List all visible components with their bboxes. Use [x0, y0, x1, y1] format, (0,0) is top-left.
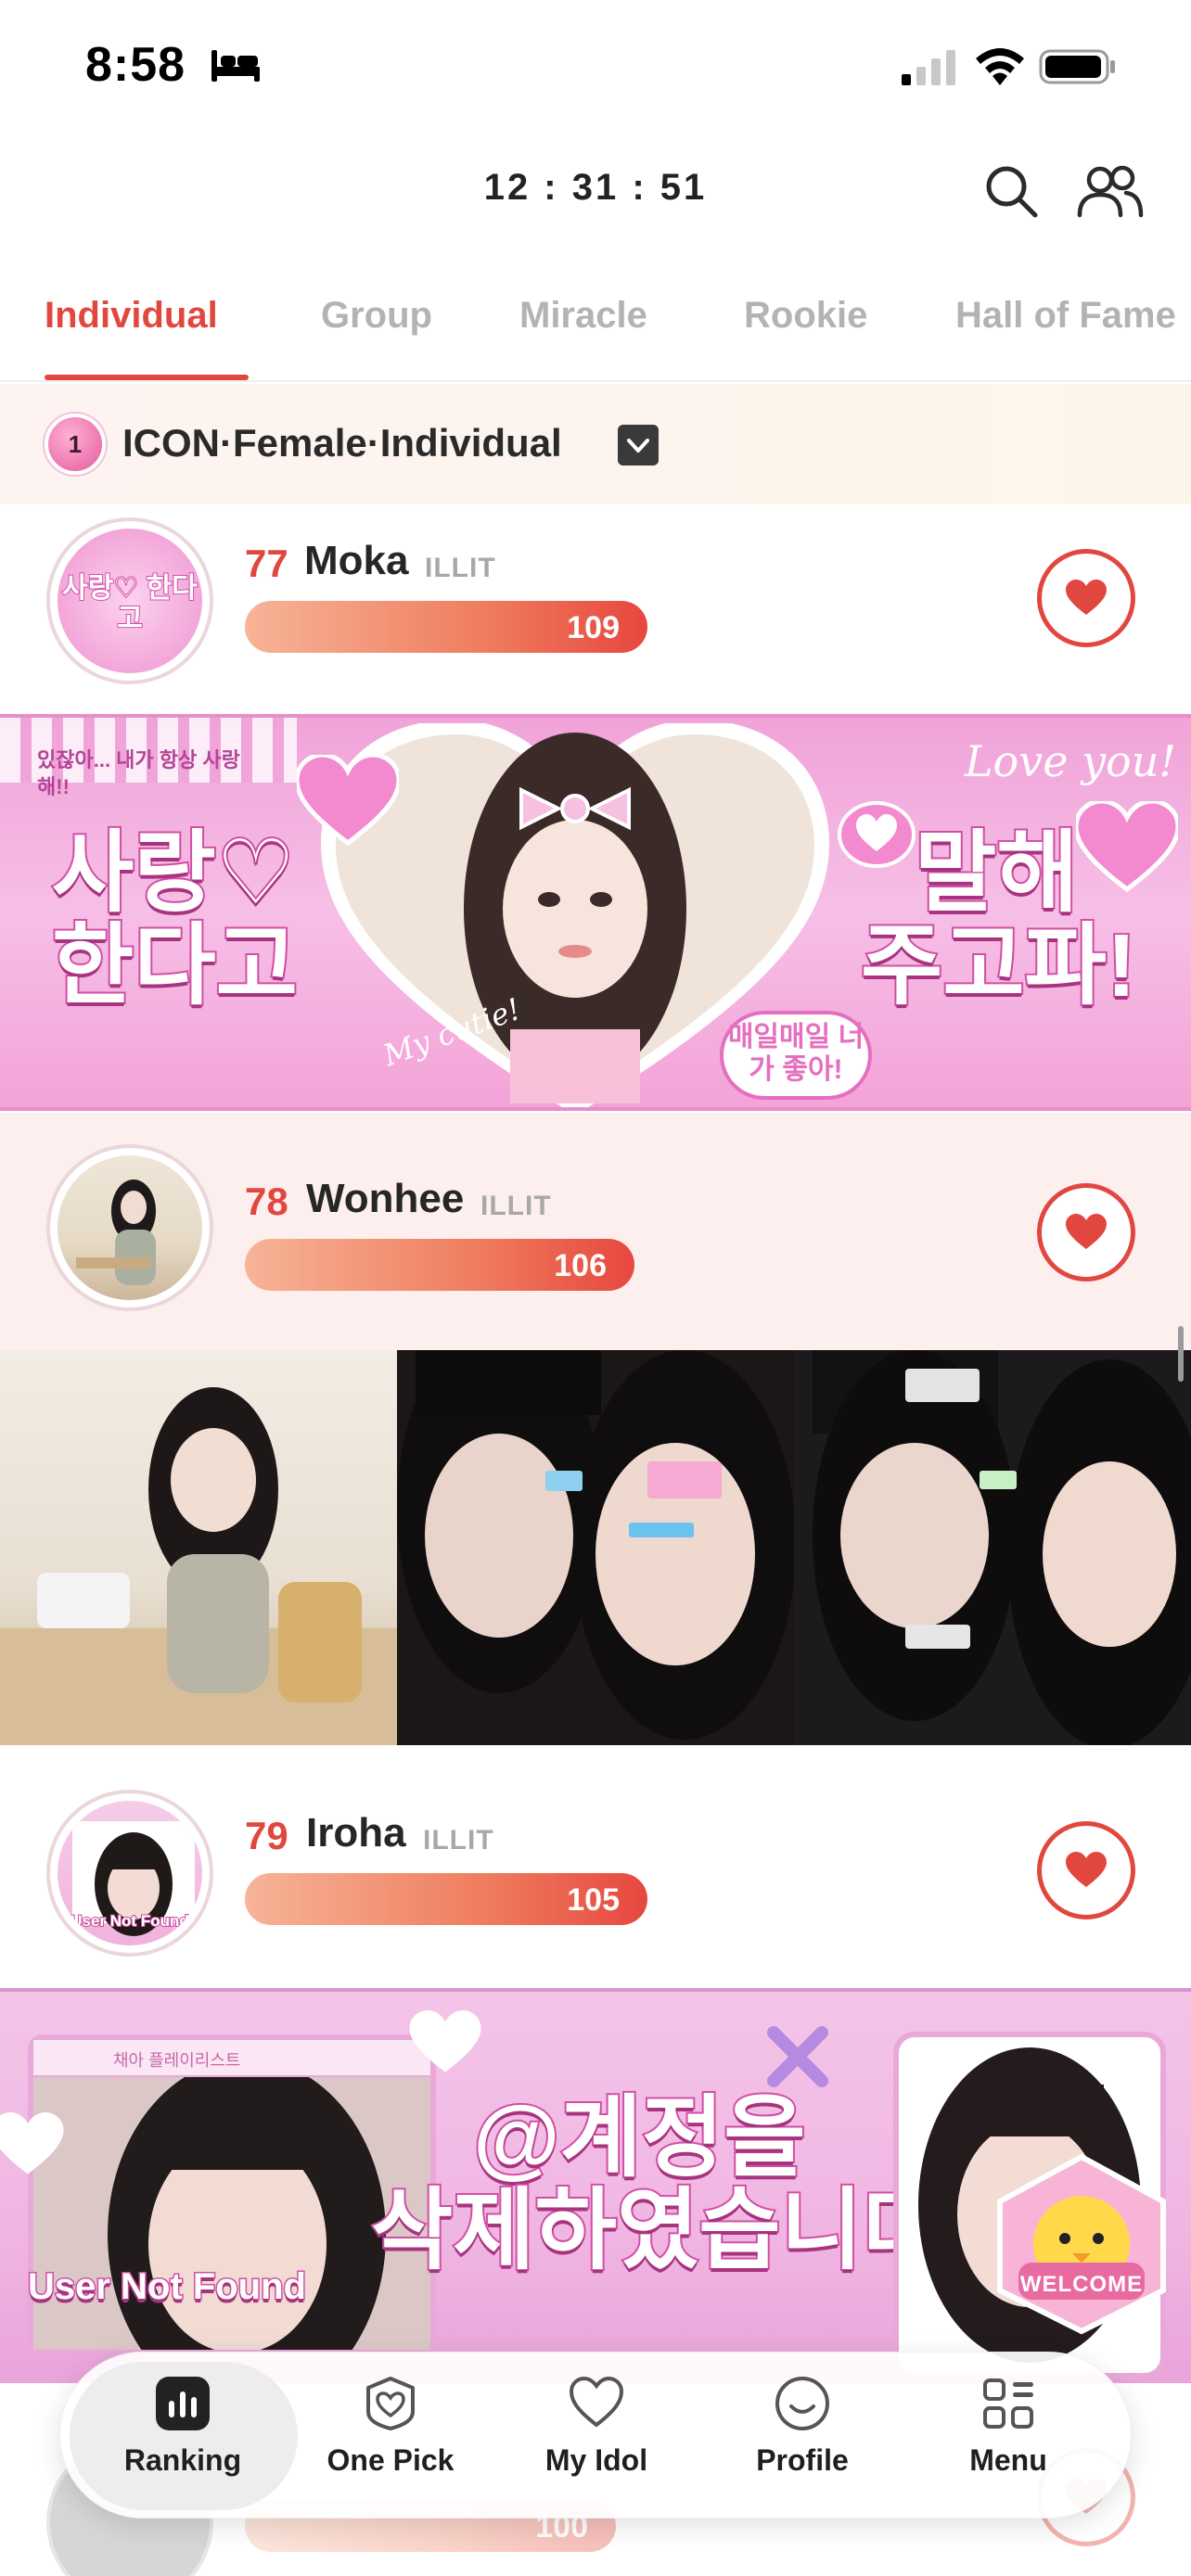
heart-icon [1066, 580, 1107, 615]
banner-title-left-1: 사랑♡ [50, 823, 298, 923]
support-banner[interactable]: 있잖아... 내가 항상 사랑해!! 사랑♡ 한다고 말해 주고파! Love … [0, 714, 1191, 1111]
support-banner[interactable]: 채아 플레이리스트 User Not Found @계정을 삭제하였습니다 WE… [0, 1988, 1191, 2383]
menu-icon [983, 2378, 1033, 2429]
avatar-text: User Not Found [70, 1911, 190, 1931]
banner-title-right-1: 말해 [913, 823, 1081, 923]
nav-my-idol[interactable]: My Idol [504, 2375, 689, 2478]
category-title: ICON·Female·Individual [122, 421, 562, 465]
score-value: 106 [554, 1248, 607, 1283]
profile-icon [775, 2377, 829, 2430]
nav-ranking[interactable]: Ranking [90, 2375, 275, 2478]
nav-label: One Pick [327, 2443, 455, 2477]
welcome-badge-icon [997, 2153, 1166, 2335]
nav-profile[interactable]: Profile [710, 2375, 895, 2478]
category-badge: 1 [45, 414, 106, 475]
friends-icon[interactable] [1076, 163, 1145, 219]
photo-content [0, 1387, 397, 1745]
chevron-down-icon[interactable] [618, 425, 659, 465]
browser-title: 채아 플레이리스트 [113, 2051, 241, 2070]
nav-one-pick[interactable]: One Pick [298, 2375, 483, 2478]
cellular-signal-icon [902, 50, 955, 85]
avatar: User Not Found [46, 1790, 213, 1957]
banner-title-line2: 삭제하였습니다 [369, 2181, 946, 2280]
heart-decoration-icon [0, 2112, 64, 2174]
nav-label: Menu [969, 2443, 1047, 2477]
heart-icon [1066, 1852, 1107, 1887]
status-bar: 8:58 [0, 0, 1191, 130]
active-tab-indicator [45, 375, 249, 380]
status-time: 8:58 [85, 38, 186, 92]
ranking-row[interactable]: User Not Found 79 Iroha ILLIT 105 [0, 1779, 1191, 1988]
photo-content [397, 1350, 794, 1740]
wifi-icon [976, 48, 1024, 85]
group-name: ILLIT [425, 553, 496, 583]
banner-title-line1: @계정을 [471, 2088, 808, 2187]
idol-name: Wonhee [306, 1176, 465, 1221]
welcome-text: WELCOME [1019, 2272, 1144, 2297]
nav-label: My Idol [544, 2443, 648, 2477]
vote-heart-button[interactable] [1037, 1821, 1135, 1919]
rank-number: 78 [245, 1180, 288, 1223]
score-bar: 106 [245, 1239, 634, 1291]
heart-decoration-icon [409, 2010, 481, 2072]
idol-name: Moka [304, 538, 409, 583]
tab-individual[interactable]: Individual [45, 295, 218, 337]
tab-miracle[interactable]: Miracle [519, 295, 647, 337]
sleep-focus-icon [211, 50, 260, 82]
bottom-navigation: Ranking One Pick My Idol Profile Menu [59, 2352, 1132, 2519]
rank-number: 79 [245, 1814, 288, 1857]
group-name: ILLIT [480, 1191, 552, 1221]
photo-content [813, 1350, 1191, 1745]
banner-title-right-2: 주고파! [859, 916, 1138, 1015]
category-selector[interactable]: 1 ICON·Female·Individual [0, 384, 1191, 504]
nav-label: Ranking [123, 2443, 242, 2477]
search-icon[interactable] [983, 163, 1039, 219]
tab-rookie[interactable]: Rookie [744, 295, 867, 337]
ranking-row[interactable]: 78 Wonhee ILLIT 106 [0, 1113, 1191, 1350]
nav-menu[interactable]: Menu [916, 2375, 1101, 2478]
avatar: 사랑♡ 한다고 [46, 517, 213, 684]
heart-decoration-icon [297, 755, 399, 847]
avatar-text: 사랑♡ 한다고 [61, 572, 198, 635]
banner-title-left-2: 한다고 [50, 916, 300, 1015]
idol-name: Iroha [306, 1810, 406, 1855]
one-pick-icon [366, 2377, 415, 2430]
vote-heart-button[interactable] [1037, 549, 1135, 647]
heart-decoration-icon [1076, 801, 1178, 893]
banner-bubble-text: 매일매일 너가 좋아! [720, 1011, 872, 1100]
idol-photo[interactable] [794, 1350, 1191, 1745]
vote-heart-button[interactable] [1037, 1183, 1135, 1282]
close-x-decoration-icon [767, 2026, 828, 2087]
ranking-icon [156, 2377, 210, 2430]
tab-group[interactable]: Group [321, 295, 432, 337]
chat-heart-icon [838, 801, 916, 868]
avatar-photo [76, 1180, 156, 1285]
score-bar: 109 [245, 601, 647, 653]
avatar [46, 1144, 213, 1311]
score-bar: 105 [245, 1873, 647, 1925]
scroll-indicator[interactable] [1178, 1326, 1184, 1382]
nav-label: Profile [756, 2443, 849, 2477]
group-name: ILLIT [423, 1825, 494, 1855]
heart-icon [1066, 1214, 1107, 1249]
score-value: 109 [567, 610, 620, 645]
idol-photo[interactable] [0, 1350, 397, 1745]
tab-hall-of-fame[interactable]: Hall of Fame [955, 295, 1176, 337]
ranking-tabs: Individual Group Miracle Rookie Hall of … [0, 278, 1191, 382]
my-idol-icon [569, 2376, 624, 2428]
battery-icon [1039, 49, 1115, 84]
score-value: 105 [567, 1882, 620, 1918]
banner-script-text: Love you! [965, 736, 1176, 786]
banner-note: 있잖아... 내가 항상 사랑해!! [37, 748, 240, 798]
user-not-found-label: User Not Found [27, 2265, 308, 2309]
idol-photo[interactable] [397, 1350, 794, 1745]
rank-number: 77 [245, 542, 288, 585]
ranking-row[interactable]: 사랑♡ 한다고 77 Moka ILLIT 109 [0, 506, 1191, 714]
